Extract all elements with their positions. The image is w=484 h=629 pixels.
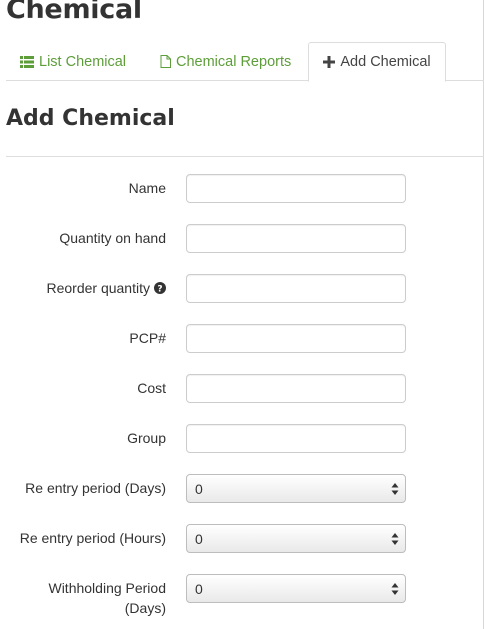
tab-label: Chemical Reports (176, 53, 292, 70)
question-circle-icon[interactable]: ? (154, 282, 166, 294)
pcp-label: PCP# (129, 330, 166, 346)
select-arrows-icon (391, 582, 399, 596)
select-value: 0 (195, 530, 203, 547)
quantity-on-hand-input[interactable] (186, 224, 406, 253)
quantity-on-hand-label: Quantity on hand (59, 230, 166, 246)
withholding-period-label-line1: Withholding Period (48, 580, 166, 596)
file-icon (160, 55, 171, 68)
divider (6, 156, 484, 157)
pcp-input[interactable] (186, 324, 406, 353)
reentry-days-label: Re entry period (Days) (25, 480, 166, 496)
withholding-period-label-line2: (Days) (124, 600, 166, 616)
withholding-period-label: Withholding Period (Days) (48, 578, 166, 618)
reentry-hours-select[interactable]: 0 (186, 524, 406, 553)
tab-label: Add Chemical (340, 54, 431, 70)
select-value: 0 (195, 580, 203, 597)
group-label: Group (127, 430, 166, 446)
tab-add-chemical[interactable]: Add Chemical (308, 42, 446, 82)
svg-text:?: ? (157, 284, 162, 294)
tab-label: List Chemical (39, 53, 127, 70)
reorder-quantity-label: Reorder quantity (46, 280, 150, 296)
reentry-days-select[interactable]: 0 (186, 474, 406, 503)
select-arrows-icon (391, 482, 399, 496)
page-title: Chemical (6, 0, 142, 25)
reentry-hours-label: Re entry period (Hours) (19, 530, 166, 546)
reorder-quantity-input[interactable] (186, 274, 406, 303)
form-title: Add Chemical (6, 106, 175, 131)
tab-chemical-reports[interactable]: Chemical Reports (160, 42, 291, 81)
tab-list-chemical[interactable]: List Chemical (20, 42, 126, 81)
name-input[interactable] (186, 174, 406, 203)
group-input[interactable] (186, 424, 406, 453)
name-label: Name (128, 180, 166, 196)
select-value: 0 (195, 480, 203, 497)
withholding-period-select[interactable]: 0 (186, 574, 406, 603)
tab-bar: List Chemical Chemical Reports Add Chemi… (6, 42, 484, 82)
cost-label: Cost (137, 380, 166, 396)
cost-input[interactable] (186, 374, 406, 403)
plus-icon (323, 56, 336, 68)
select-arrows-icon (391, 532, 399, 546)
reorder-quantity-label-group: Reorder quantity ? (46, 278, 166, 298)
list-icon (20, 55, 34, 68)
